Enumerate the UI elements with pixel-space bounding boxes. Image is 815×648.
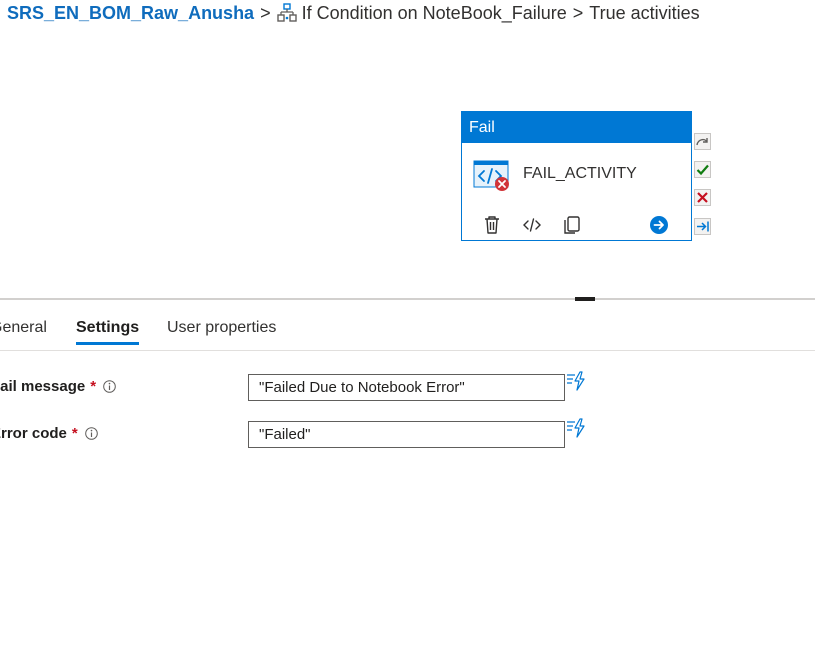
dynamic-content-icon[interactable] bbox=[566, 371, 586, 391]
splitter-handle[interactable] bbox=[575, 297, 595, 301]
activity-name: FAIL_ACTIVITY bbox=[523, 165, 637, 182]
breadcrumb: SRS_EN_BOM_Raw_Anusha > If Condition on … bbox=[7, 2, 700, 24]
error-code-input[interactable] bbox=[248, 421, 565, 448]
go-arrow-icon[interactable] bbox=[648, 214, 670, 236]
activity-type-header: Fail bbox=[462, 112, 691, 143]
fail-message-label: Fail message * bbox=[0, 378, 116, 395]
required-marker: * bbox=[90, 378, 97, 395]
breadcrumb-pipeline-link[interactable]: SRS_EN_BOM_Raw_Anusha bbox=[7, 3, 254, 24]
breadcrumb-condition[interactable]: If Condition on NoteBook_Failure bbox=[302, 3, 567, 24]
fail-activity-icon bbox=[473, 158, 511, 192]
breadcrumb-branch: True activities bbox=[589, 2, 700, 23]
fail-activity-card[interactable]: Fail FAIL_ACTIVITY bbox=[461, 111, 692, 241]
activity-body: FAIL_ACTIVITY bbox=[462, 143, 691, 241]
dynamic-content-icon[interactable] bbox=[566, 418, 586, 438]
tab-user-properties[interactable]: User properties bbox=[167, 319, 276, 345]
error-code-label-text: Error code bbox=[0, 425, 67, 442]
tab-general[interactable]: General bbox=[0, 319, 47, 345]
tab-settings[interactable]: Settings bbox=[76, 319, 140, 345]
completion-port-icon[interactable] bbox=[694, 218, 712, 236]
code-icon[interactable] bbox=[521, 214, 543, 236]
properties-tabs: General Settings User properties bbox=[0, 316, 815, 351]
fail-message-row: Fail message * bbox=[0, 371, 815, 402]
info-icon[interactable] bbox=[84, 427, 98, 440]
breadcrumb-separator: > bbox=[572, 2, 584, 23]
info-icon[interactable] bbox=[103, 380, 116, 393]
error-code-row: Error code * bbox=[0, 418, 815, 449]
activity-type-label: Fail bbox=[469, 118, 495, 136]
required-marker: * bbox=[71, 425, 78, 442]
copy-icon[interactable] bbox=[561, 214, 583, 236]
breadcrumb-separator: > bbox=[260, 2, 271, 23]
error-code-label: Error code * bbox=[0, 425, 98, 442]
delete-icon[interactable] bbox=[481, 214, 503, 236]
failure-port-icon[interactable] bbox=[694, 189, 712, 207]
panel-splitter bbox=[0, 298, 815, 300]
skip-port-icon[interactable] bbox=[694, 133, 712, 151]
if-condition-icon bbox=[276, 3, 297, 23]
fail-message-input[interactable] bbox=[248, 374, 565, 401]
success-port-icon[interactable] bbox=[694, 161, 712, 179]
fail-message-label-text: Fail message bbox=[0, 378, 86, 395]
